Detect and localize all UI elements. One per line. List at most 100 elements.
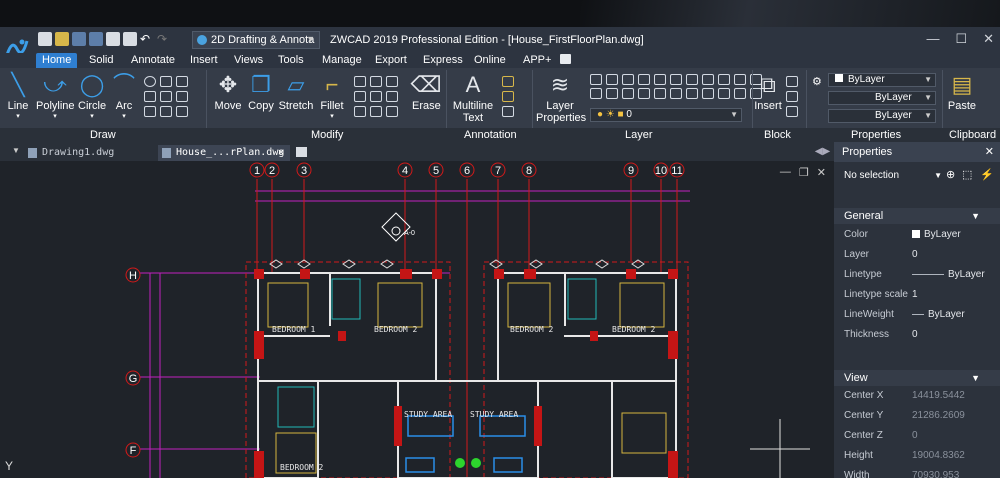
break-icon[interactable]: [386, 106, 398, 117]
region-icon[interactable]: [176, 91, 188, 102]
hatch-icon[interactable]: [176, 76, 188, 87]
selection-dropdown[interactable]: No selection ▼: [840, 167, 942, 185]
layer-tool-icon[interactable]: [638, 88, 650, 99]
new-file-icon[interactable]: [38, 32, 52, 46]
match-properties-icon[interactable]: ⚙: [812, 75, 822, 88]
tab-menu-icon[interactable]: ▼: [12, 146, 20, 155]
copy-button[interactable]: ❐ Copy: [246, 72, 276, 112]
create-block-icon[interactable]: [786, 76, 798, 87]
leader-icon[interactable]: [502, 91, 514, 102]
panel-collapse-control[interactable]: ◀▶: [811, 142, 834, 161]
prop-row-width[interactable]: Width 70930.953: [834, 466, 1000, 478]
ellipse-icon[interactable]: [144, 76, 156, 87]
prop-row-center-x[interactable]: Center X 14419.5442: [834, 386, 1000, 406]
drawing-canvas[interactable]: 1 2 3 4 5 6 7 8 9 10 11 H G F BEDROOM 1 …: [0, 161, 834, 478]
stretch-button[interactable]: ▱ Stretch: [278, 72, 314, 112]
erase-button[interactable]: ⌫ Erase: [410, 72, 441, 112]
layer-tool-icon[interactable]: [702, 74, 714, 85]
quick-select-icon[interactable]: ⚡: [980, 168, 994, 181]
print-icon[interactable]: [106, 32, 120, 46]
layer-tool-icon[interactable]: [590, 88, 602, 99]
tab-tools[interactable]: Tools: [278, 53, 304, 68]
explode-icon[interactable]: [370, 106, 382, 117]
paste-button[interactable]: ▤ Paste: [946, 72, 978, 112]
workspace-dropdown[interactable]: 2D Drafting & Annota ▼: [192, 31, 320, 49]
offset-icon[interactable]: [354, 106, 366, 117]
color-dropdown[interactable]: ByLayer ▼: [828, 73, 936, 87]
layer-tool-icon[interactable]: [670, 88, 682, 99]
revcloud-icon[interactable]: [160, 106, 172, 117]
prop-row-linetype-scale[interactable]: Linetype scale 1: [834, 285, 1000, 305]
prop-row-layer[interactable]: Layer 0: [834, 245, 1000, 265]
multiline-text-button[interactable]: A Multiline Text: [452, 72, 494, 124]
layer-tool-icon[interactable]: [606, 74, 618, 85]
current-layer-dropdown[interactable]: ● ☀ ■ 0 ▼: [590, 108, 742, 122]
circle-button[interactable]: ◯ Circle ▾: [78, 72, 106, 120]
layer-tool-icon[interactable]: [670, 74, 682, 85]
rectangle-icon[interactable]: [160, 76, 172, 87]
tab-views[interactable]: Views: [234, 53, 263, 68]
arc-button[interactable]: ⌒ Arc ▾: [110, 72, 138, 120]
doc-tab-drawing1[interactable]: Drawing1.dwg: [24, 145, 154, 161]
general-section-header[interactable]: General ▼: [834, 208, 1000, 224]
minimize-icon[interactable]: —: [780, 166, 791, 179]
close-tab-icon[interactable]: ✕: [278, 145, 284, 161]
prop-row-linetype[interactable]: Linetype ByLayer: [834, 265, 1000, 285]
prop-row-center-z[interactable]: Center Z 0: [834, 426, 1000, 446]
rotate-icon[interactable]: [354, 76, 366, 87]
select-objects-icon[interactable]: ⬚: [962, 168, 972, 181]
layer-tool-icon[interactable]: [622, 74, 634, 85]
doc-tab-house[interactable]: House_...rPlan.dwg ✕: [158, 145, 290, 161]
close-icon[interactable]: ✕: [983, 31, 994, 47]
close-icon[interactable]: ✕: [985, 142, 994, 162]
tab-solid[interactable]: Solid: [89, 53, 113, 68]
tab-export[interactable]: Export: [375, 53, 407, 68]
point-icon[interactable]: [144, 91, 156, 102]
open-folder-icon[interactable]: [55, 32, 69, 46]
dimension-icon[interactable]: [502, 76, 514, 87]
prop-row-thickness[interactable]: Thickness 0: [834, 325, 1000, 345]
polyline-button[interactable]: ⤻ Polyline ▾: [36, 72, 75, 120]
layer-tool-icon[interactable]: [702, 88, 714, 99]
layer-tool-icon[interactable]: [590, 74, 602, 85]
plot-preview-icon[interactable]: [123, 32, 137, 46]
tab-manage[interactable]: Manage: [322, 53, 362, 68]
tab-annotate[interactable]: Annotate: [131, 53, 175, 68]
restore-icon[interactable]: ❐: [799, 166, 809, 179]
donut-icon[interactable]: [176, 106, 188, 117]
layer-tool-icon[interactable]: [654, 88, 666, 99]
prop-row-lineweight[interactable]: LineWeight ByLayer: [834, 305, 1000, 325]
layer-tool-icon[interactable]: [718, 88, 730, 99]
minimize-icon[interactable]: —: [926, 31, 939, 47]
linetype-dropdown[interactable]: ByLayer ▼: [828, 91, 936, 105]
view-section-header[interactable]: View ▼: [834, 370, 1000, 386]
mirror-icon[interactable]: [354, 91, 366, 102]
move-button[interactable]: ✥ Move: [212, 72, 244, 112]
ribbon-toggle-icon[interactable]: [560, 54, 571, 64]
fillet-button[interactable]: ⌐ Fillet ▾: [318, 72, 346, 120]
save-icon[interactable]: [72, 32, 86, 46]
tab-insert[interactable]: Insert: [190, 53, 218, 68]
toggle-pickadd-icon[interactable]: ⊕: [946, 168, 955, 181]
layer-tool-icon[interactable]: [654, 74, 666, 85]
attribute-icon[interactable]: [786, 106, 798, 117]
spline-icon[interactable]: [160, 91, 172, 102]
new-tab-icon[interactable]: [296, 147, 307, 157]
scale-icon[interactable]: [370, 91, 382, 102]
tab-online[interactable]: Online: [474, 53, 506, 68]
undo-icon[interactable]: ↶: [140, 32, 154, 46]
layer-tool-icon[interactable]: [734, 88, 746, 99]
trim-icon[interactable]: [370, 76, 382, 87]
layer-tool-icon[interactable]: [734, 74, 746, 85]
prop-row-center-y[interactable]: Center Y 21286.2609: [834, 406, 1000, 426]
edit-block-icon[interactable]: [786, 91, 798, 102]
layer-properties-button[interactable]: ≋ Layer Properties: [536, 72, 586, 124]
tab-express[interactable]: Express: [423, 53, 463, 68]
extend-icon[interactable]: [386, 76, 398, 87]
tab-home[interactable]: Home: [36, 53, 78, 68]
table-icon[interactable]: [502, 106, 514, 117]
maximize-icon[interactable]: ☐: [955, 31, 967, 47]
layer-tool-icon[interactable]: [638, 74, 650, 85]
insert-block-button[interactable]: ⧉ Insert: [754, 72, 782, 112]
line-button[interactable]: ╲ Line ▾: [4, 72, 32, 120]
